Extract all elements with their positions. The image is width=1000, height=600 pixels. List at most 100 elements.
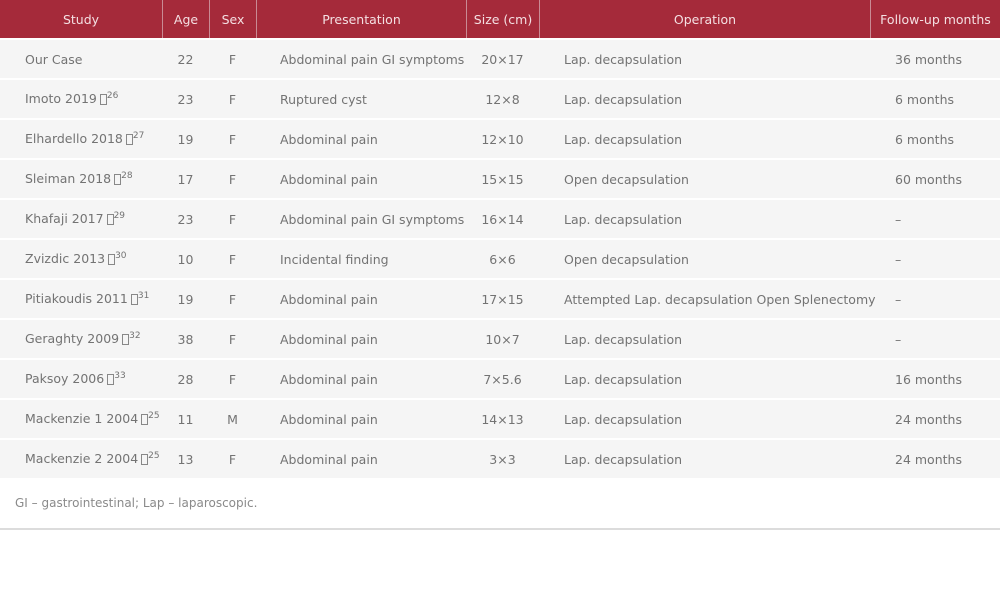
cell-presentation: Abdominal pain GI symptoms <box>256 198 466 238</box>
cell-operation: Lap. decapsulation <box>539 78 870 118</box>
cell-followup: 24 months <box>870 438 1000 478</box>
cell-size: 10×7 <box>466 318 539 358</box>
reference-number[interactable]: 33 <box>114 371 125 381</box>
cell-followup: 36 months <box>870 38 1000 78</box>
header-operation: Operation <box>539 0 870 38</box>
cell-operation: Lap. decapsulation <box>539 398 870 438</box>
cell-sex: F <box>209 198 256 238</box>
cell-presentation: Abdominal pain <box>256 438 466 478</box>
studies-table: Study Age Sex Presentation Size (cm) Ope… <box>0 0 1000 478</box>
table-row: Paksoy 2006 33 28 F Abdominal pain 7×5.6 Lap. … <box>0 358 1000 398</box>
header-row: Study Age Sex Presentation Size (cm) Ope… <box>0 0 1000 38</box>
header-followup: Follow-up months <box>870 0 1000 38</box>
header-age: Age <box>162 0 209 38</box>
cell-presentation: Abdominal pain <box>256 278 466 318</box>
cell-presentation: Abdominal pain <box>256 158 466 198</box>
table-footnote: GI – gastrointestinal; Lap – laparoscopi… <box>15 496 258 510</box>
cell-sex: F <box>209 118 256 158</box>
table-row: Pitiakoudis 2011 31 19 F Abdominal pain 17×15… <box>0 278 1000 318</box>
cell-study: Khafaji 2017 29 <box>0 198 162 238</box>
cell-size: 17×15 <box>466 278 539 318</box>
reference-number[interactable]: 29 <box>114 211 125 221</box>
cell-sex: F <box>209 238 256 278</box>
cell-age: 23 <box>162 78 209 118</box>
reference-link-icon[interactable] <box>99 93 107 105</box>
reference-link-icon[interactable] <box>106 213 114 225</box>
cell-followup: 6 months <box>870 118 1000 158</box>
cell-age: 23 <box>162 198 209 238</box>
cell-sex: F <box>209 318 256 358</box>
cell-followup: 60 months <box>870 158 1000 198</box>
table-row: Elhardello 2018 27 19 F Abdominal pain 12×10 L… <box>0 118 1000 158</box>
cell-age: 28 <box>162 358 209 398</box>
cell-sex: F <box>209 278 256 318</box>
cell-size: 6×6 <box>466 238 539 278</box>
cell-age: 13 <box>162 438 209 478</box>
cell-presentation: Abdominal pain GI symptoms <box>256 38 466 78</box>
table-row: Khafaji 2017 29 23 F Abdominal pain GI sympt… <box>0 198 1000 238</box>
cell-sex: F <box>209 38 256 78</box>
header-size: Size (cm) <box>466 0 539 38</box>
cell-presentation: Abdominal pain <box>256 398 466 438</box>
cell-size: 3×3 <box>466 438 539 478</box>
cell-study: Zvizdic 2013 30 <box>0 238 162 278</box>
cell-study: Our Case <box>0 38 162 78</box>
cell-age: 38 <box>162 318 209 358</box>
table-row: Imoto 2019 26 23 F Ruptured cyst 12×8 Lap. dec… <box>0 78 1000 118</box>
reference-link-icon[interactable] <box>125 133 133 145</box>
cell-size: 20×17 <box>466 38 539 78</box>
cell-operation: Lap. decapsulation <box>539 358 870 398</box>
reference-number[interactable]: 31 <box>138 291 149 301</box>
cell-size: 12×8 <box>466 78 539 118</box>
cell-followup: 6 months <box>870 78 1000 118</box>
header-study: Study <box>0 0 162 38</box>
cell-age: 19 <box>162 118 209 158</box>
cell-operation: Lap. decapsulation <box>539 318 870 358</box>
cell-size: 16×14 <box>466 198 539 238</box>
cell-sex: F <box>209 78 256 118</box>
header-presentation: Presentation <box>256 0 466 38</box>
cell-study: Mackenzie 2 2004 25 <box>0 438 162 478</box>
cell-operation: Lap. decapsulation <box>539 38 870 78</box>
cell-sex: F <box>209 438 256 478</box>
cell-size: 14×13 <box>466 398 539 438</box>
cell-operation: Open decapsulation <box>539 238 870 278</box>
reference-number[interactable]: 25 <box>148 451 159 461</box>
table-row: Mackenzie 2 2004 25 13 F Abdominal pain 3×3 La… <box>0 438 1000 478</box>
cell-age: 22 <box>162 38 209 78</box>
table-row: Mackenzie 1 2004 25 11 M Abdominal pain 14×13… <box>0 398 1000 438</box>
cell-sex: M <box>209 398 256 438</box>
cell-followup: 24 months <box>870 398 1000 438</box>
cell-followup: – <box>870 318 1000 358</box>
reference-number[interactable]: 25 <box>148 411 159 421</box>
cell-study: Mackenzie 1 2004 25 <box>0 398 162 438</box>
cell-age: 10 <box>162 238 209 278</box>
cell-operation: Open decapsulation <box>539 158 870 198</box>
table-row: Our Case 22 F Abdominal pain GI symptoms 20×… <box>0 38 1000 78</box>
cell-study: Geraghty 2009 32 <box>0 318 162 358</box>
cell-followup: – <box>870 238 1000 278</box>
divider <box>0 528 1000 530</box>
cell-operation: Lap. decapsulation <box>539 118 870 158</box>
cell-operation: Attempted Lap. decapsulation Open Splene… <box>539 278 876 318</box>
cell-size: 7×5.6 <box>466 358 539 398</box>
cell-presentation: Abdominal pain <box>256 318 466 358</box>
table-row: Zvizdic 2013 30 10 F Incidental finding 6×6 Op… <box>0 238 1000 278</box>
reference-number[interactable]: 26 <box>107 91 118 101</box>
cell-study: Elhardello 2018 27 <box>0 118 162 158</box>
cell-presentation: Abdominal pain <box>256 358 466 398</box>
reference-link-icon[interactable] <box>130 293 138 305</box>
table-row: Geraghty 2009 32 38 F Abdominal pain 10×7 Lap.… <box>0 318 1000 358</box>
reference-number[interactable]: 32 <box>129 331 140 341</box>
cell-operation: Lap. decapsulation <box>539 198 870 238</box>
reference-number[interactable]: 28 <box>121 171 132 181</box>
cell-operation: Lap. decapsulation <box>539 438 870 478</box>
cell-study: Pitiakoudis 2011 31 <box>0 278 162 318</box>
reference-number[interactable]: 27 <box>133 131 144 141</box>
cell-followup: – <box>870 198 1000 238</box>
cell-age: 19 <box>162 278 209 318</box>
reference-link-icon[interactable] <box>108 253 116 265</box>
cell-age: 11 <box>162 398 209 438</box>
table-row: Sleiman 2018 28 17 F Abdominal pain 15×15 Open… <box>0 158 1000 198</box>
reference-number[interactable]: 30 <box>115 251 126 261</box>
